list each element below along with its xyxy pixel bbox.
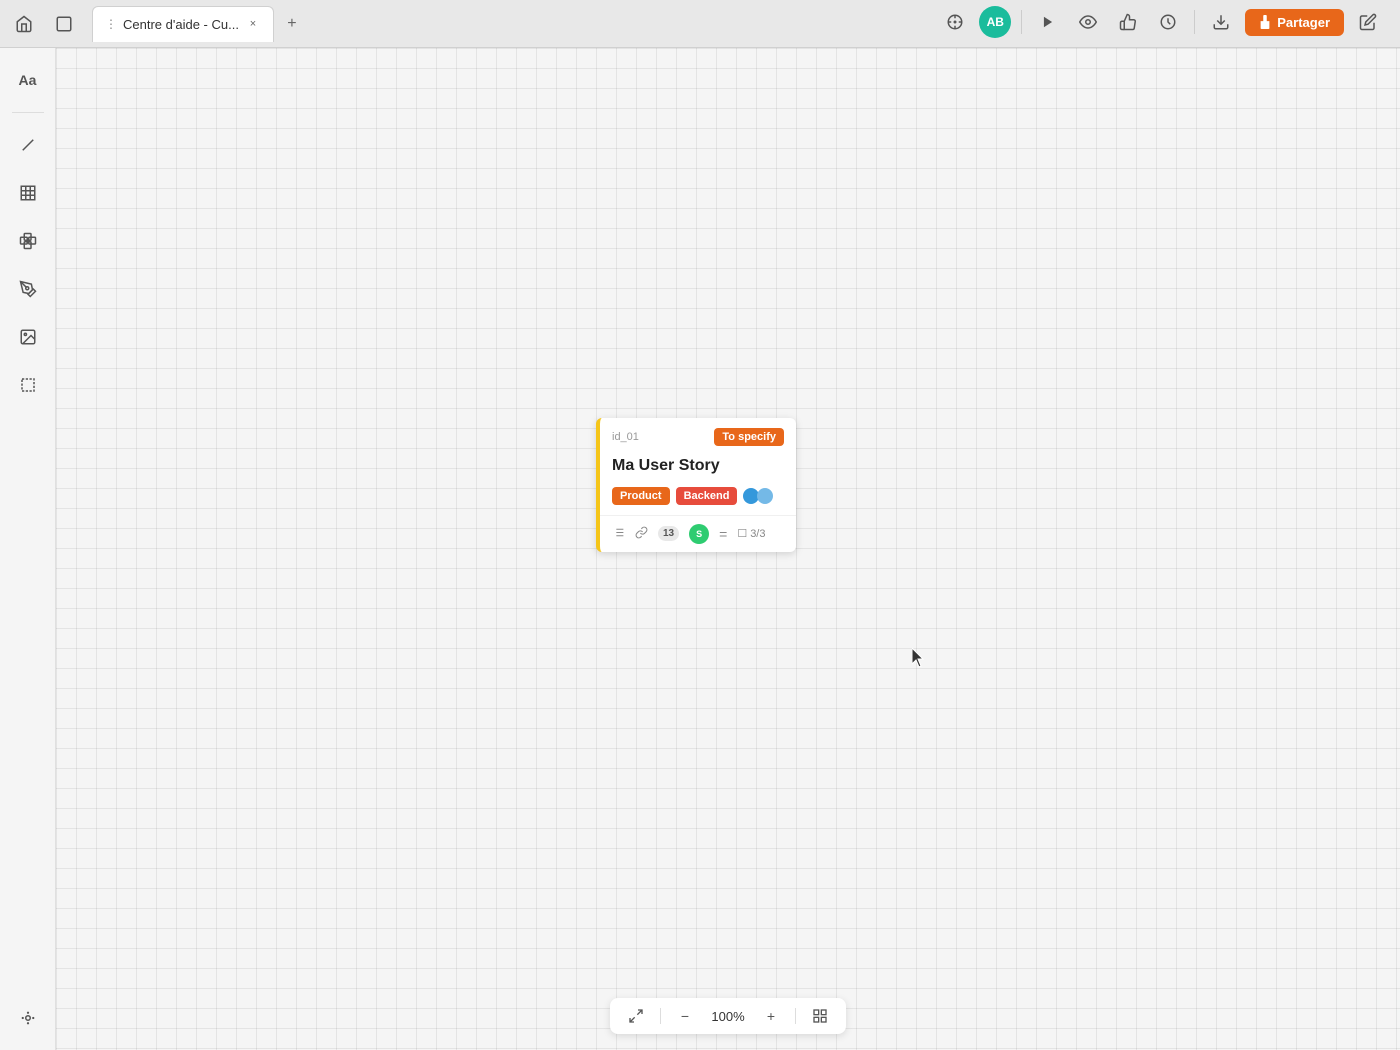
card-id: id_01: [612, 431, 639, 443]
fit-button[interactable]: [624, 1004, 648, 1028]
frame-tool-button[interactable]: [8, 365, 48, 405]
count-badge: 13: [658, 526, 679, 541]
tabs-area: ⋮ Centre d'aide - Cu... × +: [92, 6, 306, 42]
pen-tool-button[interactable]: [8, 269, 48, 309]
card-title: Ma User Story: [600, 452, 796, 487]
card-status-badge[interactable]: To specify: [714, 428, 784, 446]
zoom-level-label: 100%: [709, 1009, 747, 1024]
toolbar-separator-1: [1021, 10, 1022, 34]
tab-title: Centre d'aide - Cu...: [123, 17, 239, 32]
share-label: Partager: [1277, 15, 1330, 30]
table-tool-button[interactable]: [8, 173, 48, 213]
tag-backend[interactable]: Backend: [676, 487, 738, 505]
sidebar-divider-1: [12, 112, 44, 113]
download-button[interactable]: [1205, 6, 1237, 38]
main-tab[interactable]: ⋮ Centre d'aide - Cu... ×: [92, 6, 274, 42]
settings-tool-button[interactable]: [8, 998, 48, 1038]
left-sidebar: Aa: [0, 48, 56, 1050]
zoom-out-icon: −: [681, 1008, 689, 1024]
toggle-right: [757, 488, 773, 504]
tab-menu-icon: ⋮: [105, 17, 117, 31]
zoom-in-icon: +: [767, 1008, 775, 1024]
like-button[interactable]: [1112, 6, 1144, 38]
user-story-card[interactable]: id_01 To specify Ma User Story Product B…: [596, 418, 796, 552]
zoom-out-button[interactable]: −: [673, 1004, 697, 1028]
text-tool-icon: Aa: [19, 72, 37, 88]
file-button[interactable]: [48, 8, 80, 40]
share-button[interactable]: Partager: [1245, 9, 1344, 36]
tasks-counter: ☐ 3/3: [737, 527, 765, 540]
equals-icon: =: [719, 526, 727, 542]
zoom-in-button[interactable]: +: [759, 1004, 783, 1028]
top-toolbar: AB: [939, 6, 1384, 38]
bottom-toolbar: − 100% +: [610, 998, 846, 1034]
timer-button[interactable]: [1152, 6, 1184, 38]
tasks-label: 3/3: [750, 528, 765, 540]
toggle-switch[interactable]: [743, 488, 773, 504]
toolbar-separator-2: [1194, 10, 1195, 34]
preview-button[interactable]: [1072, 6, 1104, 38]
image-tool-button[interactable]: [8, 317, 48, 357]
line-tool-button[interactable]: [8, 125, 48, 165]
target-button[interactable]: [939, 6, 971, 38]
grid-view-button[interactable]: [808, 1004, 832, 1028]
home-button[interactable]: [8, 8, 40, 40]
edit-button[interactable]: [1352, 6, 1384, 38]
checkbox-icon: ☐: [737, 527, 747, 540]
title-bar: ⋮ Centre d'aide - Cu... × + AB: [0, 0, 1400, 48]
canvas-area[interactable]: id_01 To specify Ma User Story Product B…: [56, 48, 1400, 1050]
bottom-separator-2: [795, 1008, 796, 1024]
link-icon[interactable]: [635, 526, 648, 542]
tag-product[interactable]: Product: [612, 487, 670, 505]
bottom-separator-1: [660, 1008, 661, 1024]
new-tab-button[interactable]: +: [278, 10, 306, 38]
component-tool-button[interactable]: [8, 221, 48, 261]
text-tool-button[interactable]: Aa: [8, 60, 48, 100]
tab-close-button[interactable]: ×: [245, 16, 261, 32]
list-icon[interactable]: [612, 526, 625, 542]
card-header: id_01 To specify: [600, 418, 796, 452]
title-bar-left: ⋮ Centre d'aide - Cu... × +: [8, 6, 306, 42]
card-tags: Product Backend: [600, 487, 796, 515]
avatar-label: AB: [987, 15, 1004, 29]
play-button[interactable]: [1032, 6, 1064, 38]
card-footer: 13 S = ☐ 3/3: [600, 515, 796, 552]
user-avatar[interactable]: AB: [979, 6, 1011, 38]
mouse-cursor: [912, 648, 924, 668]
main-layout: Aa: [0, 48, 1400, 1050]
assignee-avatar[interactable]: S: [689, 524, 709, 544]
assignee-label: S: [696, 529, 702, 539]
